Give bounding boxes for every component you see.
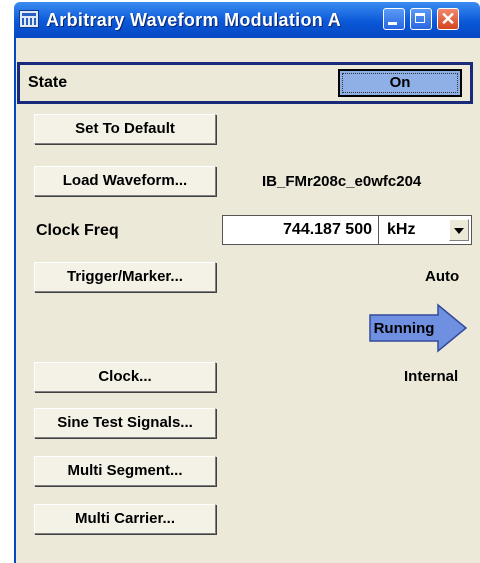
running-status-arrow: Running [369,303,468,353]
clock-freq-label: Clock Freq [36,222,119,239]
set-to-default-button[interactable]: Set To Default [34,114,216,144]
minimize-button[interactable] [383,8,405,30]
state-row: State On [17,62,473,104]
multi-carrier-button[interactable]: Multi Carrier... [34,504,216,534]
sine-test-signals-button[interactable]: Sine Test Signals... [34,408,216,438]
waveform-name: IB_FMr208c_e0wfc204 [262,173,422,190]
close-icon: ✕ [440,9,456,29]
window-title: Arbitrary Waveform Modulation A [46,10,341,30]
window: Arbitrary Waveform Modulation A ✕ State … [0,0,480,563]
clock-freq-input[interactable]: 744.187 500 [222,215,378,245]
close-button[interactable]: ✕ [437,8,459,30]
load-waveform-button[interactable]: Load Waveform... [34,166,216,196]
maximize-button[interactable] [410,8,432,30]
unit-value: kHz [387,221,416,238]
title-bar[interactable]: Arbitrary Waveform Modulation A ✕ [14,2,480,38]
state-toggle-button[interactable]: On [338,69,462,97]
running-status-label: Running [374,320,435,337]
clock-button[interactable]: Clock... [34,362,216,392]
app-icon[interactable] [19,10,39,28]
trigger-marker-button[interactable]: Trigger/Marker... [34,262,216,292]
chevron-down-icon[interactable] [449,219,469,241]
clock-freq-unit-select[interactable]: kHz [378,215,472,245]
clock-source: Internal [404,368,459,385]
state-label: State [28,74,68,91]
trigger-mode: Auto [425,268,460,285]
multi-segment-button[interactable]: Multi Segment... [34,456,216,486]
